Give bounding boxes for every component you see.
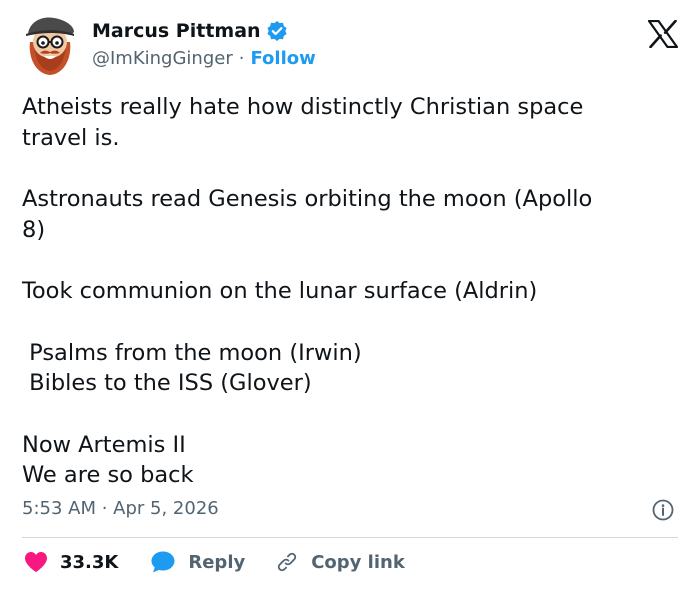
like-button[interactable]: 33.3K <box>24 551 118 573</box>
info-icon[interactable] <box>652 499 674 521</box>
x-logo-icon[interactable] <box>647 19 679 49</box>
tweet-timestamp[interactable]: 5:53 AM · Apr 5, 2026 <box>22 498 219 519</box>
reply-label: Reply <box>188 551 246 573</box>
tweet-line: Atheists really hate how distinctly Chri… <box>22 94 584 120</box>
copy-link-button[interactable]: Copy link <box>275 550 405 574</box>
heart-icon <box>24 551 48 573</box>
verified-badge-icon <box>266 20 288 42</box>
tweet-line: Astronauts read Genesis orbiting the moo… <box>22 186 593 212</box>
copy-link-label: Copy link <box>311 551 405 573</box>
follow-button[interactable]: Follow <box>250 48 315 69</box>
tweet-text: Atheists really hate how distinctly Chri… <box>22 92 682 491</box>
handle-separator: · <box>238 48 245 69</box>
tweet-line: Psalms from the moon (Irwin) <box>22 339 362 366</box>
divider <box>22 537 678 538</box>
author-name-row: Marcus Pittman <box>92 20 288 42</box>
link-icon <box>275 550 299 574</box>
tweet-embed: Marcus Pittman @ImKingGinger · Follow At… <box>0 0 700 589</box>
tweet-line: We are so back <box>22 462 194 488</box>
avatar[interactable] <box>22 14 78 76</box>
author-handle[interactable]: @ImKingGinger <box>92 48 233 69</box>
tweet-line: travel is. <box>22 124 120 151</box>
reply-button[interactable]: Reply <box>150 550 245 574</box>
tweet-line: Bibles to the ISS (Glover) <box>22 370 312 396</box>
author-display-name[interactable]: Marcus Pittman <box>92 20 261 42</box>
tweet-line: Took communion on the lunar surface (Ald… <box>22 278 538 304</box>
action-bar: 33.3K Reply Copy link <box>24 548 405 576</box>
like-count: 33.3K <box>60 551 119 573</box>
tweet-line: Now Artemis II <box>22 431 186 458</box>
reply-bubble-icon <box>150 550 176 574</box>
tweet-line: 8) <box>22 216 46 243</box>
author-handle-row: @ImKingGinger · Follow <box>92 48 316 69</box>
